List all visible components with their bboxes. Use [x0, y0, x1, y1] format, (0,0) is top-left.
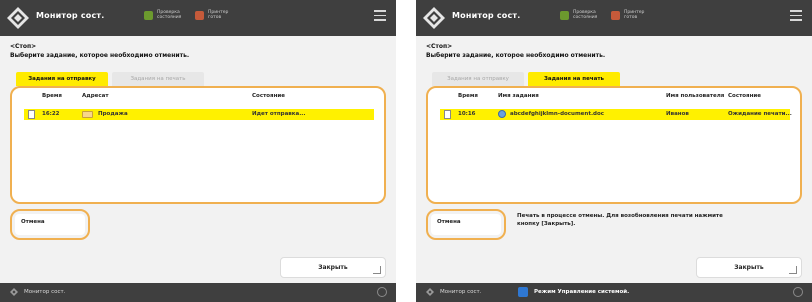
- printer-icon: [611, 10, 620, 20]
- connection-icon: [377, 287, 387, 297]
- cancel-button[interactable]: Отмена: [15, 214, 85, 235]
- job-row[interactable]: 16:22 Продажа Идет отправка...: [24, 109, 374, 120]
- footer-label[interactable]: Монитор сост.: [440, 289, 481, 295]
- document-icon: [444, 110, 451, 119]
- instruction-text: Выберите задание, которое необходимо отм…: [426, 52, 606, 59]
- job-list-panel: Время Имя задания Имя пользователя Состо…: [426, 86, 802, 204]
- cancel-button[interactable]: Отмена: [431, 214, 501, 235]
- system-mode-icon: [518, 287, 528, 297]
- job-address: Продажа: [98, 111, 128, 117]
- breadcrumb: <Стоп>: [10, 43, 37, 50]
- folder-icon: [82, 111, 93, 118]
- instruction-text: Выберите задание, которое необходимо отм…: [10, 52, 190, 59]
- header-bar: Монитор сост. Проверка состояния Принтер…: [416, 0, 812, 36]
- tab-print-jobs[interactable]: Задания на печать: [112, 72, 204, 86]
- screen-title: Монитор сост.: [452, 11, 521, 20]
- close-button[interactable]: Закрыть: [280, 257, 386, 278]
- screen-title: Монитор сост.: [36, 11, 105, 20]
- tab-print-jobs[interactable]: Задания на печать: [528, 72, 620, 86]
- footer-bar: Монитор сост. Режим Управление системой.: [416, 283, 812, 302]
- web-document-icon: [498, 110, 506, 118]
- stage: Монитор сост. Проверка состояния Принтер…: [0, 0, 812, 302]
- tab-send-jobs[interactable]: Задания на отправку: [16, 72, 108, 86]
- connection-icon: [793, 287, 803, 297]
- close-button[interactable]: Закрыть: [696, 257, 802, 278]
- printer-icon: [195, 10, 204, 20]
- column-header-name: Имя задания: [498, 93, 539, 99]
- footer-label[interactable]: Монитор сост.: [24, 289, 65, 295]
- status-monitor-logo-icon: [7, 7, 29, 29]
- job-status: Ожидание печати...: [728, 111, 792, 117]
- status-check-indicator[interactable]: Проверка состояния: [144, 10, 191, 20]
- column-header-status: Состояние: [252, 93, 285, 99]
- column-header-time: Время: [42, 93, 62, 99]
- status-check-icon: [144, 10, 153, 20]
- status-check-indicator[interactable]: Проверка состояния: [560, 10, 607, 20]
- menu-icon[interactable]: [790, 10, 802, 24]
- printer-status-indicator[interactable]: Принтер готов: [195, 10, 242, 20]
- job-status: Идет отправка...: [252, 111, 306, 117]
- printer-status-indicator[interactable]: Принтер готов: [611, 10, 658, 20]
- menu-icon[interactable]: [374, 10, 386, 24]
- status-check-icon: [560, 10, 569, 20]
- column-header-time: Время: [458, 93, 478, 99]
- document-icon: [28, 110, 35, 119]
- column-header-address: Адресат: [82, 93, 109, 99]
- cancel-button-highlight: Отмена: [10, 209, 90, 240]
- left-screen: Монитор сост. Проверка состояния Принтер…: [0, 0, 396, 302]
- footer-bar: Монитор сост.: [0, 283, 396, 302]
- job-row[interactable]: 10:16 abcdefghijklmn-document.doc Иванов…: [440, 109, 792, 120]
- cancel-note: Печать в процессе отмены. Для возобновле…: [517, 213, 723, 227]
- cancel-button-highlight: Отмена: [426, 209, 506, 240]
- corner-icon: [373, 266, 381, 274]
- column-header-user: Имя пользователя: [666, 93, 725, 99]
- header-bar: Монитор сост. Проверка состояния Принтер…: [0, 0, 396, 36]
- job-user: Иванов: [666, 111, 689, 117]
- breadcrumb: <Стоп>: [426, 43, 453, 50]
- column-header-status: Состояние: [728, 93, 761, 99]
- job-time: 16:22: [42, 111, 60, 117]
- status-monitor-small-icon[interactable]: [426, 288, 434, 296]
- job-list-panel: Время Адресат Состояние 16:22 Продажа Ид…: [10, 86, 386, 204]
- system-message: Режим Управление системой.: [534, 289, 630, 295]
- corner-icon: [789, 266, 797, 274]
- status-monitor-small-icon[interactable]: [10, 288, 18, 296]
- job-time: 10:16: [458, 111, 476, 117]
- status-monitor-logo-icon: [423, 7, 445, 29]
- tab-send-jobs[interactable]: Задания на отправку: [432, 72, 524, 86]
- job-name: abcdefghijklmn-document.doc: [510, 111, 605, 117]
- right-screen: Монитор сост. Проверка состояния Принтер…: [416, 0, 812, 302]
